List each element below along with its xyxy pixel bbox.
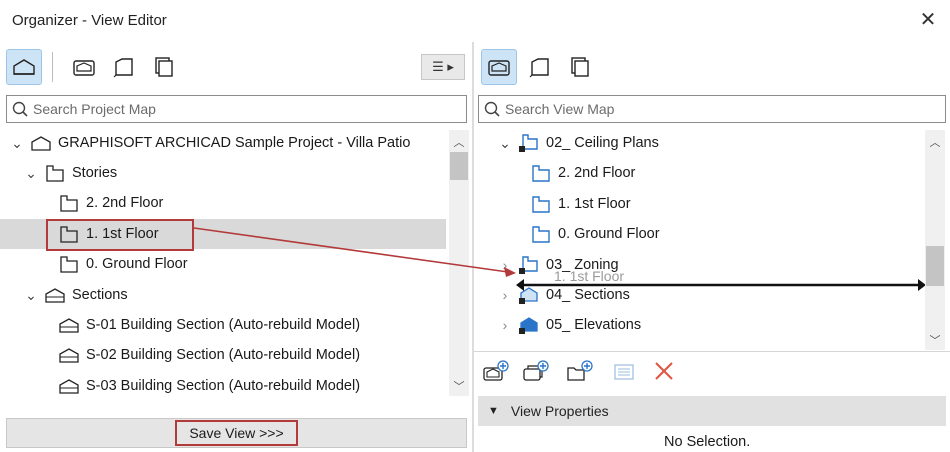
tree-node-view[interactable]: 0. Ground Floor (474, 219, 920, 249)
scroll-down-icon[interactable]: ﹀ (926, 332, 944, 348)
tree-label: GRAPHISOFT ARCHICAD Sample Project - Vil… (58, 135, 411, 151)
view-map-tab[interactable] (481, 49, 517, 85)
publisher-icon (155, 57, 173, 77)
chevron-down-icon[interactable]: ⌄ (498, 135, 512, 151)
close-icon[interactable]: ✕ (918, 9, 938, 31)
chevron-right-icon[interactable]: › (498, 287, 512, 303)
tree-label: 2. 2nd Floor (86, 195, 164, 211)
tree-node-floor[interactable]: 2. 2nd Floor (0, 188, 446, 218)
view-map-panel: ⌄ 02_ Ceiling Plans 2. 2nd Floor 1. 1st … (474, 42, 950, 452)
save-view-bar[interactable]: Save View >>> (6, 418, 467, 448)
floor-plan-icon (530, 163, 552, 183)
delete-icon (655, 362, 673, 380)
section-icon (58, 315, 80, 335)
floor-plan-icon (530, 194, 552, 214)
tree-node-section[interactable]: S-02 Building Section (Auto-rebuild Mode… (0, 340, 446, 370)
new-view-icon (483, 360, 509, 381)
tree-node-view[interactable]: 2. 2nd Floor (474, 158, 920, 188)
scroll-down-icon[interactable]: ﹀ (450, 378, 468, 394)
tree-label: 05_ Elevations (546, 317, 642, 333)
view-map-icon (73, 60, 95, 76)
search-input[interactable] (505, 101, 925, 117)
folder-floor-plan-icon (518, 255, 540, 275)
settings-icon (614, 364, 634, 380)
search-icon (12, 101, 28, 117)
toolbar-separator (52, 52, 53, 82)
highlight-box (46, 219, 194, 251)
tree-label: 0. Ground Floor (558, 226, 660, 242)
tree-node-section[interactable]: S-01 Building Section (Auto-rebuild Mode… (0, 310, 446, 340)
insertion-indicator (516, 279, 926, 291)
drag-arrow (193, 227, 516, 277)
layout-book-tab[interactable] (522, 49, 558, 85)
separator (474, 351, 950, 352)
publisher-tab[interactable] (562, 49, 598, 85)
panel-menu-button[interactable]: ☰ ▸ (421, 54, 465, 80)
project-map-icon (13, 59, 35, 75)
project-icon (30, 133, 52, 153)
tree-label: S-01 Building Section (Auto-rebuild Mode… (86, 317, 361, 333)
selection-status: No Selection. (664, 434, 751, 450)
tree-node-stories[interactable]: ⌄ Stories (0, 158, 446, 188)
view-properties-title: View Properties (510, 403, 609, 419)
view-map-tree: ⌄ 02_ Ceiling Plans 2. 2nd Floor 1. 1st … (474, 128, 920, 350)
chevron-down-icon[interactable]: ⌄ (24, 287, 38, 303)
menu-icon: ☰ ▸ (432, 59, 454, 74)
layout-book-icon (529, 58, 549, 78)
tree-node-project[interactable]: ⌄ GRAPHISOFT ARCHICAD Sample Project - V… (0, 128, 446, 158)
view-map-tab[interactable] (66, 49, 102, 85)
tree-label: Sections (72, 287, 128, 303)
new-view-button[interactable] (482, 360, 510, 385)
folder-floor-plan-icon (518, 133, 540, 153)
layout-book-icon (113, 58, 133, 78)
tree-label: S-03 Building Section (Auto-rebuild Mode… (86, 378, 361, 394)
window-title: Organizer - View Editor (12, 12, 167, 29)
new-clone-icon (523, 360, 549, 381)
chevron-down-icon[interactable]: ⌄ (10, 135, 24, 151)
settings-button[interactable] (612, 362, 636, 385)
new-folder-icon (567, 360, 593, 381)
floor-plan-icon (58, 254, 80, 274)
chevron-down-icon[interactable]: ⌄ (24, 165, 38, 181)
tree-label: 1. 1st Floor (558, 196, 631, 212)
delete-button[interactable] (652, 360, 676, 385)
scroll-up-icon[interactable]: ︿ (926, 134, 944, 150)
view-map-scrollbar[interactable] (925, 130, 945, 350)
tree-label: 02_ Ceiling Plans (546, 135, 659, 151)
tree-label: S-02 Building Section (Auto-rebuild Mode… (86, 347, 361, 363)
tree-node-folder[interactable]: ⌄ 02_ Ceiling Plans (474, 128, 920, 158)
chevron-right-icon[interactable]: › (498, 317, 512, 333)
section-icon (58, 345, 80, 365)
scroll-up-icon[interactable]: ︿ (450, 134, 468, 150)
floor-plan-icon (530, 224, 552, 244)
layout-book-tab[interactable] (106, 49, 142, 85)
new-folder-button[interactable] (566, 360, 594, 385)
publisher-tab[interactable] (146, 49, 182, 85)
tree-label: 2. 2nd Floor (558, 165, 636, 181)
search-icon (484, 101, 500, 117)
project-map-tree: ⌄ GRAPHISOFT ARCHICAD Sample Project - V… (0, 128, 446, 444)
publisher-icon (571, 57, 589, 77)
tree-node-view[interactable]: 1. 1st Floor (474, 189, 920, 219)
scrollbar-thumb[interactable] (450, 152, 468, 180)
story-icon (44, 163, 66, 183)
new-clone-button[interactable] (522, 360, 550, 385)
tree-node-section[interactable]: S-03 Building Section (Auto-rebuild Mode… (0, 371, 446, 401)
tree-label: Stories (72, 165, 118, 181)
floor-plan-icon (58, 193, 80, 213)
view-properties-header[interactable]: ▼ View Properties (478, 396, 946, 426)
view-map-icon (488, 60, 510, 76)
tree-node-folder[interactable]: › 05_ Elevations (474, 310, 920, 340)
collapse-triangle-icon[interactable]: ▼ (488, 405, 499, 417)
search-input[interactable] (33, 101, 447, 117)
section-icon (58, 376, 80, 396)
scrollbar-thumb[interactable] (926, 246, 944, 286)
project-map-tab[interactable] (6, 49, 42, 85)
save-view-button[interactable]: Save View >>> (175, 420, 298, 446)
view-map-search[interactable] (478, 95, 946, 123)
project-map-search[interactable] (6, 95, 467, 123)
section-icon (44, 285, 66, 305)
tree-label: 0. Ground Floor (86, 256, 188, 272)
folder-elevation-icon (518, 315, 540, 335)
